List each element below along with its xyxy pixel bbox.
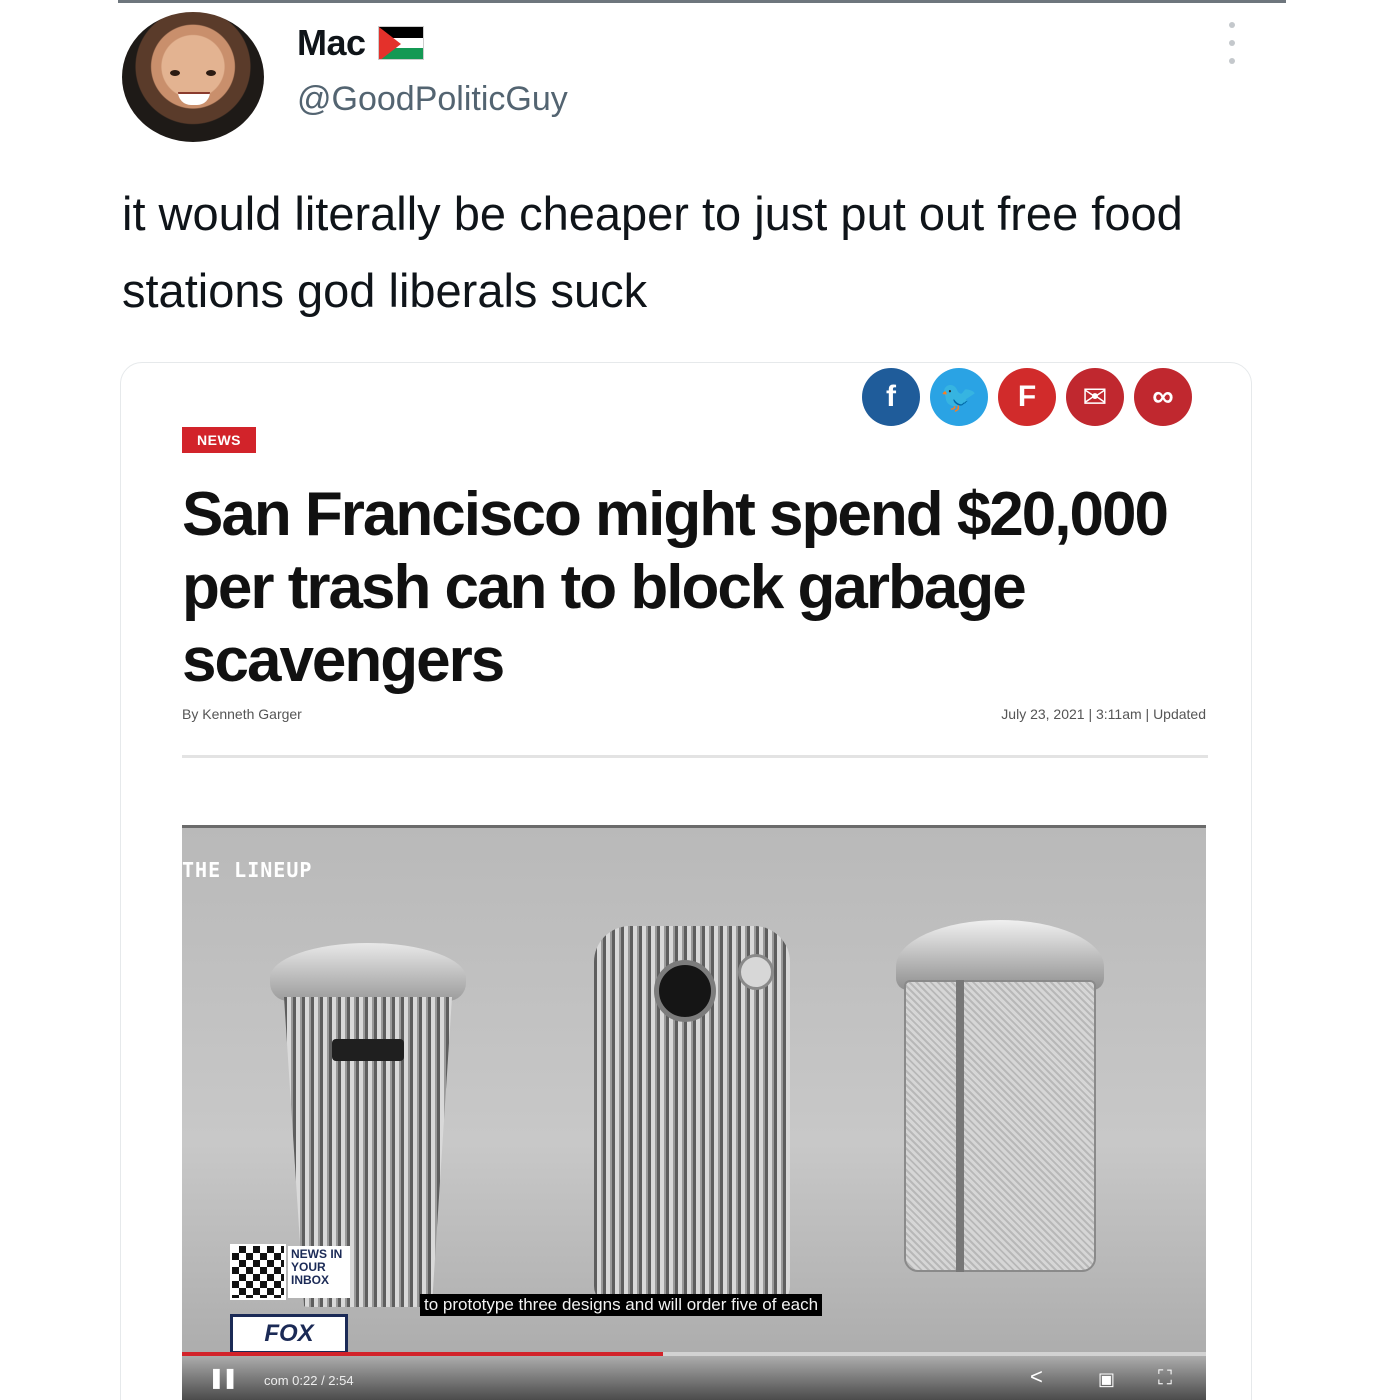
article-byline: By Kenneth Garger	[182, 706, 302, 722]
flipboard-icon[interactable]: F	[998, 368, 1056, 426]
trash-can-image	[594, 926, 790, 1306]
tweet-author-row: Mac	[297, 18, 424, 68]
tweet-text: it would literally be cheaper to just pu…	[122, 187, 1183, 317]
video-overlay-title: THE LINEUP	[182, 858, 313, 882]
twitter-icon[interactable]: 🐦	[930, 368, 988, 426]
video-caption: to prototype three designs and will orde…	[420, 1294, 823, 1316]
fullscreen-icon[interactable]: ⛶	[1158, 1367, 1172, 1390]
article-dateline: July 23, 2021 | 3:11am | Updated	[1001, 706, 1206, 722]
avatar-eye	[206, 70, 216, 76]
palestine-flag-icon	[377, 26, 424, 60]
pause-icon[interactable]: ❚❚	[208, 1365, 238, 1390]
link-icon[interactable]: ∞	[1134, 368, 1192, 426]
fox-logo: FOX	[230, 1314, 348, 1354]
qr-code-icon	[230, 1244, 286, 1300]
top-divider	[118, 0, 1286, 3]
display-name[interactable]: Mac	[297, 22, 366, 64]
user-handle[interactable]: @GoodPoliticGuy	[297, 80, 568, 119]
avatar-mouth	[178, 92, 210, 105]
avatar-eye	[170, 70, 180, 76]
news-inbox-promo: NEWS IN YOUR INBOX	[288, 1246, 350, 1298]
avatar[interactable]	[122, 12, 264, 142]
article-divider	[182, 755, 1208, 758]
trash-can-image	[896, 920, 1104, 1280]
more-options-icon[interactable]	[1220, 22, 1244, 64]
share-icon[interactable]: <	[1030, 1364, 1043, 1390]
email-icon[interactable]: ✉	[1066, 368, 1124, 426]
captions-icon[interactable]: ▣	[1098, 1369, 1115, 1390]
article-headline[interactable]: San Francisco might spend $20,000 per tr…	[182, 478, 1202, 697]
share-buttons: f 🐦 F ✉ ∞	[862, 368, 1192, 426]
video-player[interactable]: THE LINEUP NEWS IN YOUR INBOX FOX to pro…	[182, 825, 1206, 1400]
video-time: com 0:22 / 2:54	[264, 1373, 354, 1388]
section-badge: NEWS	[182, 427, 256, 453]
facebook-icon[interactable]: f	[862, 368, 920, 426]
